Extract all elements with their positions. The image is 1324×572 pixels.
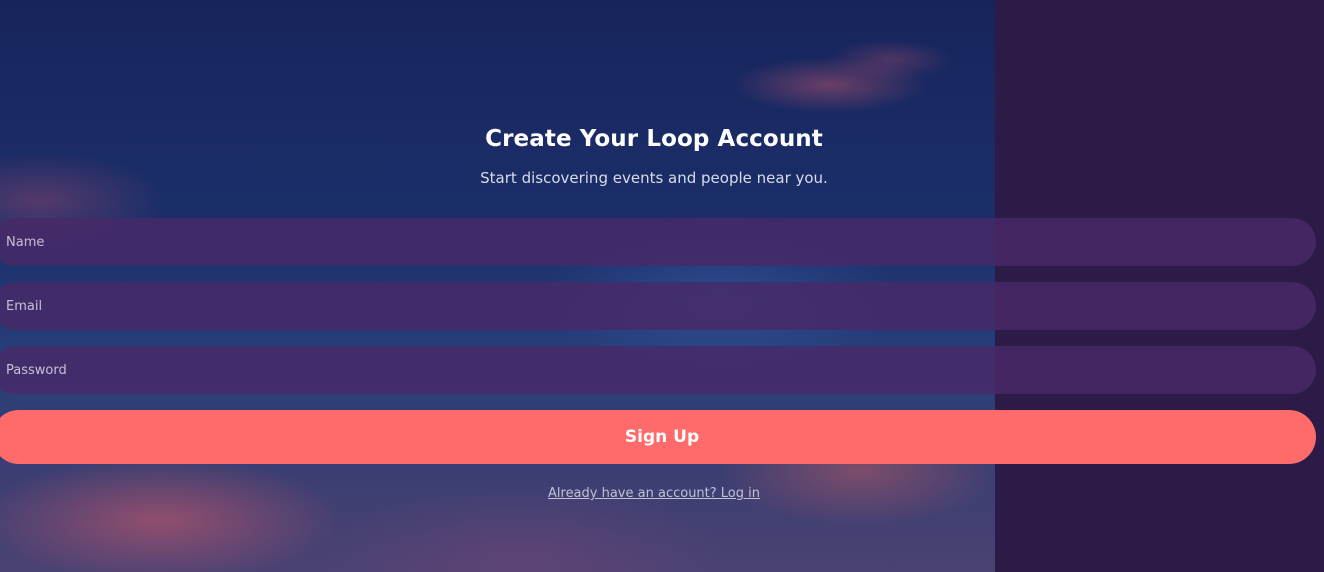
name-input[interactable] xyxy=(0,218,1316,266)
sign-up-button-label: Sign Up xyxy=(624,427,700,447)
page-title: Create Your Loop Account xyxy=(485,126,823,152)
sign-up-button[interactable]: Sign Up xyxy=(0,410,1316,464)
page-subtitle: Start discovering events and people near… xyxy=(480,169,828,187)
email-input[interactable] xyxy=(0,282,1316,330)
login-link[interactable]: Already have an account? Log in xyxy=(0,486,1308,501)
password-input[interactable] xyxy=(0,346,1316,394)
